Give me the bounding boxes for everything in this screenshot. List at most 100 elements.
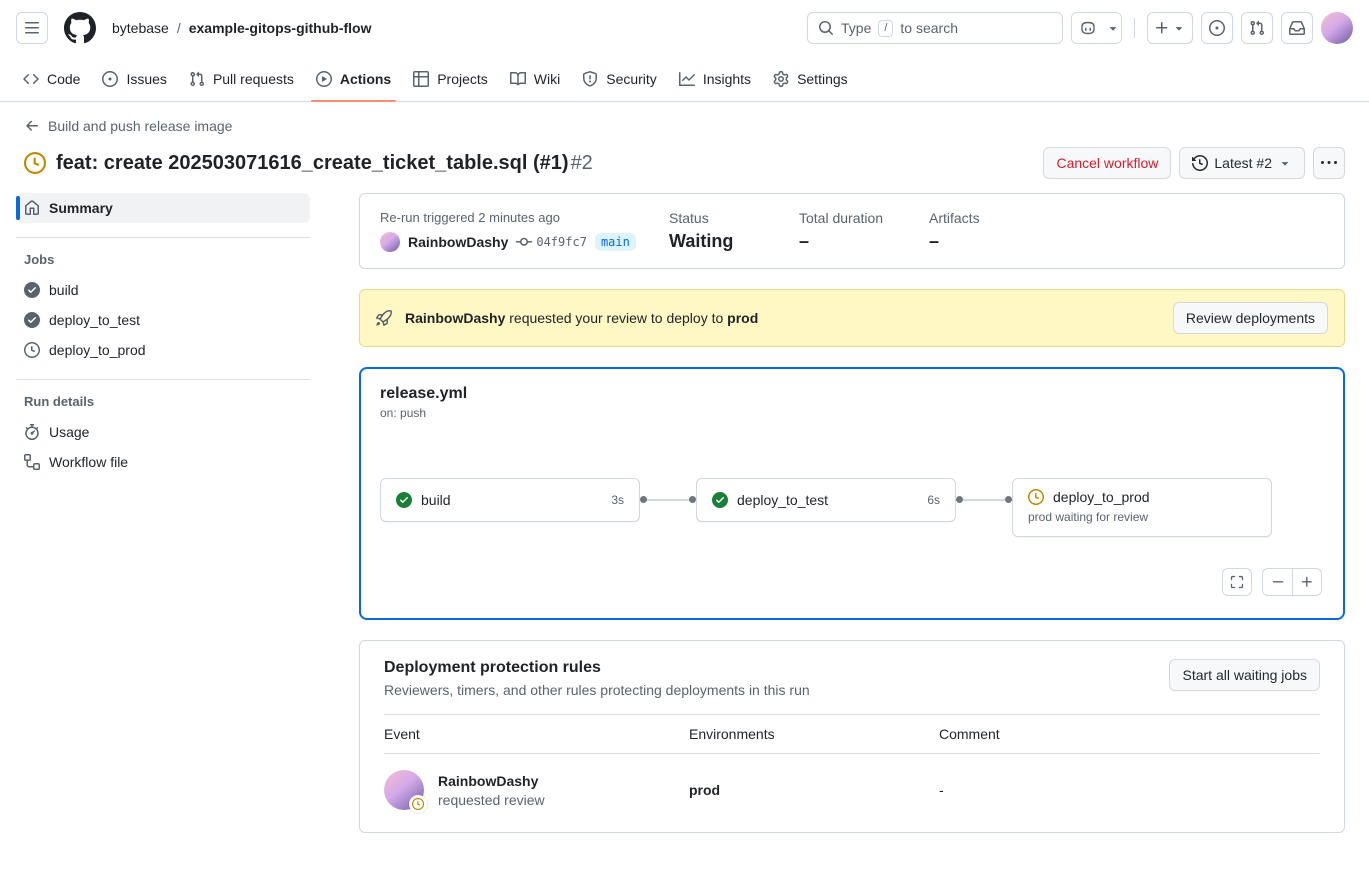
global-header: bytebase / example-gitops-github-flow Ty… — [0, 0, 1369, 56]
column-header-comment: Comment — [939, 715, 1320, 754]
tab-issues[interactable]: Issues — [91, 56, 177, 101]
check-circle-icon — [712, 492, 728, 508]
tab-settings[interactable]: Settings — [762, 56, 859, 101]
issue-opened-icon — [1209, 20, 1225, 36]
tab-label: Wiki — [534, 71, 560, 87]
duration-label: Total duration — [799, 210, 929, 226]
tab-projects[interactable]: Projects — [402, 56, 499, 101]
inbox-button[interactable] — [1281, 12, 1313, 44]
issues-dashboard-button[interactable] — [1201, 12, 1233, 44]
repo-navigation: Code Issues Pull requests Actions Projec… — [0, 56, 1369, 102]
workflow-node-deploy-to-prod[interactable]: deploy_to_prod prod waiting for review — [1012, 478, 1272, 537]
tab-wiki[interactable]: Wiki — [499, 56, 571, 101]
search-input[interactable]: Type / to search — [807, 12, 1063, 44]
tab-code[interactable]: Code — [12, 56, 91, 101]
stopwatch-icon — [24, 424, 40, 440]
search-placeholder-suffix: to search — [900, 20, 958, 36]
tab-label: Insights — [703, 71, 751, 87]
tab-insights[interactable]: Insights — [668, 56, 762, 101]
breadcrumb-org-link[interactable]: bytebase — [112, 20, 169, 36]
sidebar-item-label: Usage — [49, 424, 89, 440]
gear-icon — [773, 71, 789, 87]
sidebar-item-usage[interactable]: Usage — [16, 417, 310, 447]
artifacts-value: – — [929, 231, 1059, 252]
tab-actions[interactable]: Actions — [305, 56, 402, 101]
clock-icon — [24, 342, 40, 358]
row-actor-link[interactable]: RainbowDashy — [438, 773, 545, 789]
commit-sha: 04f9fc7 — [536, 235, 587, 249]
tab-pull-requests[interactable]: Pull requests — [178, 56, 305, 101]
user-avatar[interactable] — [1321, 12, 1353, 44]
breadcrumb-repo-link[interactable]: example-gitops-github-flow — [189, 20, 372, 36]
copilot-button[interactable] — [1072, 13, 1104, 43]
sidebar-item-workflow-file[interactable]: Workflow file — [16, 447, 310, 477]
zoom-out-button[interactable] — [1262, 568, 1292, 596]
graph-connector — [640, 496, 696, 503]
breadcrumb: bytebase / example-gitops-github-flow — [112, 20, 371, 36]
github-logo[interactable] — [64, 12, 96, 44]
sidebar-job-deploy-to-test[interactable]: deploy_to_test — [16, 305, 310, 335]
workflow-name: Build and push release image — [48, 118, 232, 134]
banner-actor: RainbowDashy — [405, 310, 505, 326]
node-label: build — [421, 492, 451, 508]
workflow-node-deploy-to-test[interactable]: deploy_to_test 6s — [696, 478, 956, 522]
deployment-protection-card: Deployment protection rules Reviewers, t… — [359, 640, 1345, 833]
workflow-node-build[interactable]: build 3s — [380, 478, 640, 522]
slash-key-hint: / — [878, 20, 893, 37]
tab-label: Settings — [797, 71, 848, 87]
review-deployments-button[interactable]: Review deployments — [1173, 302, 1328, 334]
status-value: Waiting — [669, 231, 799, 252]
tab-label: Security — [606, 71, 657, 87]
node-waiting-note: prod waiting for review — [1028, 510, 1256, 524]
copilot-button-group — [1071, 12, 1122, 44]
protection-title: Deployment protection rules — [384, 659, 810, 677]
status-column: Status Waiting — [669, 210, 799, 252]
workflow-graph-canvas[interactable]: build 3s deploy_to_test 6s deploy_to_pro… — [380, 420, 1324, 608]
commit-link[interactable]: 04f9fc7 — [516, 234, 587, 250]
shield-icon — [582, 71, 598, 87]
run-options-kebab-button[interactable] — [1313, 147, 1345, 179]
graph-connector — [956, 496, 1012, 503]
latest-run-dropdown-button[interactable]: Latest #2 — [1179, 147, 1305, 179]
breadcrumb-separator: / — [177, 20, 181, 36]
home-icon — [24, 200, 40, 216]
arrow-left-icon — [24, 118, 40, 134]
chevron-down-icon — [1172, 21, 1186, 35]
workflow-trigger: on: push — [380, 406, 1324, 420]
tab-label: Code — [47, 71, 80, 87]
clock-icon — [1028, 489, 1044, 505]
banner-environment: prod — [727, 310, 758, 326]
latest-run-label: Latest #2 — [1214, 155, 1272, 171]
search-placeholder-prefix: Type — [841, 20, 871, 36]
run-waiting-clock-icon — [24, 152, 46, 174]
create-new-button[interactable] — [1147, 12, 1193, 44]
fullscreen-button[interactable] — [1222, 568, 1252, 596]
back-to-workflow-link[interactable]: Build and push release image — [24, 118, 232, 134]
protection-subtitle: Reviewers, timers, and other rules prote… — [384, 682, 810, 698]
check-circle-icon — [24, 312, 40, 328]
kebab-icon — [1321, 155, 1337, 171]
run-header: Build and push release image feat: creat… — [0, 102, 1369, 189]
sidebar-jobs-section: Jobs build deploy_to_test deploy_to_prod — [16, 237, 310, 365]
actor-name-link[interactable]: RainbowDashy — [408, 234, 508, 250]
inbox-icon — [1289, 20, 1305, 36]
workflow-graph-card: release.yml on: push build 3s deploy_to_… — [359, 367, 1345, 620]
branch-badge[interactable]: main — [595, 233, 636, 251]
start-all-waiting-jobs-button[interactable]: Start all waiting jobs — [1169, 659, 1320, 691]
sidebar-job-build[interactable]: build — [16, 275, 310, 305]
cancel-workflow-button[interactable]: Cancel workflow — [1043, 147, 1171, 179]
run-sidebar: Summary Jobs build deploy_to_test deploy… — [16, 193, 310, 833]
copilot-dropdown-button[interactable] — [1104, 13, 1121, 43]
row-actor-avatar — [384, 770, 424, 810]
sidebar-job-deploy-to-prod[interactable]: deploy_to_prod — [16, 335, 310, 365]
zoom-in-button[interactable] — [1292, 568, 1322, 596]
job-label: deploy_to_test — [49, 312, 140, 328]
node-duration: 3s — [611, 493, 624, 507]
pull-requests-dashboard-button[interactable] — [1241, 12, 1273, 44]
code-icon — [23, 71, 39, 87]
sidebar-item-summary[interactable]: Summary — [16, 193, 310, 223]
hamburger-menu-button[interactable] — [16, 12, 48, 44]
node-label: deploy_to_test — [737, 492, 828, 508]
tab-security[interactable]: Security — [571, 56, 668, 101]
page-title: feat: create 202503071616_create_ticket_… — [56, 150, 593, 176]
